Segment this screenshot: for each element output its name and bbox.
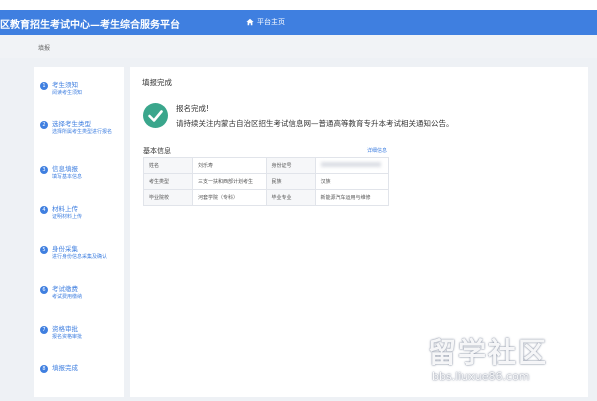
redaction-blur: [320, 162, 381, 167]
step-title: 资格审批: [52, 325, 78, 333]
step-description: 进行身份信息采集及确认: [52, 254, 108, 260]
field-label: 毕业院校: [143, 189, 193, 206]
sidebar-step-candidate-type[interactable]: 2 选择考生类型 选择所属考生类型进行报名: [40, 120, 124, 136]
section-title: 基本信息: [143, 147, 171, 155]
sidebar-step-payment[interactable]: 6 考试缴费 考试费用缴纳: [40, 285, 124, 301]
step-number: 4: [40, 206, 48, 214]
watermark-url: bbs.liuxue86.com: [432, 370, 530, 383]
field-value: 新能源汽车运用与维修: [314, 189, 389, 206]
breadcrumb: 填报: [0, 35, 597, 58]
field-value: 汉族: [314, 173, 389, 190]
step-title: 考试缴费: [52, 285, 78, 293]
field-value: 河套学院（专科）: [192, 189, 267, 206]
check-circle-icon: [143, 103, 168, 128]
sidebar-step-info-fill[interactable]: 3 信息填报 填写基本信息: [40, 165, 124, 181]
field-value-redacted: [314, 157, 389, 174]
step-number: 8: [40, 365, 48, 373]
field-label: 考生类型: [143, 173, 193, 190]
table-row: 考生类型 三支一扶和西部计划考生 民族 汉族: [143, 173, 389, 190]
step-title: 选择考生类型: [52, 120, 91, 128]
sidebar-step-notice[interactable]: 1 考生须知 阅读考生须知: [40, 81, 124, 97]
step-sidebar: 1 考生须知 阅读考生须知 2 选择考生类型 选择所属考生类型进行报名 3 信息填报…: [34, 67, 124, 397]
sidebar-step-upload[interactable]: 4 材料上传 证明材料上传: [40, 205, 124, 221]
watermark-brand: 留学社区: [428, 336, 549, 369]
step-title: 考生须知: [52, 81, 78, 89]
step-description: 阅读考生须知: [52, 90, 83, 96]
step-description: 填写基本信息: [52, 174, 83, 180]
success-message: 请持续关注内蒙古自治区招生考试信息网—普通高等教育专升本考试相关通知公告。: [176, 119, 454, 128]
step-description: 考试费用缴纳: [52, 294, 83, 300]
field-label: 姓名: [143, 157, 193, 174]
step-description: 证明材料上传: [52, 214, 83, 220]
field-label: 身份证号: [265, 157, 316, 174]
step-number: 6: [40, 286, 48, 294]
home-link-label: 平台主页: [257, 18, 285, 26]
field-value: 三支一扶和西部计划考生: [192, 173, 267, 190]
sidebar-step-approval[interactable]: 7 资格审批 报名资格审批: [40, 325, 124, 341]
top-header-bar: 区教育招生考试中心—考生综合服务平台 平台主页: [0, 10, 597, 35]
step-title: 信息填报: [52, 165, 78, 173]
page-title: 填报完成: [142, 78, 172, 87]
field-label: 民族: [265, 173, 316, 190]
table-row: 姓名 刘乐寿 身份证号: [143, 157, 389, 174]
step-description: 选择所属考生类型进行报名: [52, 129, 113, 135]
sidebar-step-complete[interactable]: 8 填报完成: [40, 364, 124, 373]
step-number: 2: [40, 121, 48, 129]
step-number: 1: [40, 82, 48, 90]
step-title: 身份采集: [52, 245, 78, 253]
breadcrumb-item[interactable]: 填报: [38, 43, 50, 52]
step-number: 7: [40, 326, 48, 334]
success-title: 报名完成!: [176, 104, 210, 113]
step-number: 5: [40, 246, 48, 254]
sidebar-step-identity[interactable]: 5 身份采集 进行身份信息采集及确认: [40, 245, 124, 261]
table-row: 毕业院校 河套学院（专科） 毕业专业 新能源汽车运用与维修: [143, 189, 389, 206]
home-link[interactable]: 平台主页: [246, 17, 285, 27]
step-description: 报名资格审批: [52, 334, 83, 340]
home-icon: [246, 18, 254, 26]
field-label: 毕业专业: [265, 189, 316, 206]
step-title: 填报完成: [52, 364, 78, 372]
step-number: 3: [40, 166, 48, 174]
site-title: 区教育招生考试中心—考生综合服务平台: [0, 20, 180, 31]
detail-link[interactable]: 详细信息: [367, 147, 387, 154]
basic-info-table: 姓名 刘乐寿 身份证号 考生类型 三支一扶和西部计划考生 民族 汉族 毕业院校 …: [143, 157, 389, 206]
field-value: 刘乐寿: [192, 157, 267, 174]
step-title: 材料上传: [52, 205, 78, 213]
